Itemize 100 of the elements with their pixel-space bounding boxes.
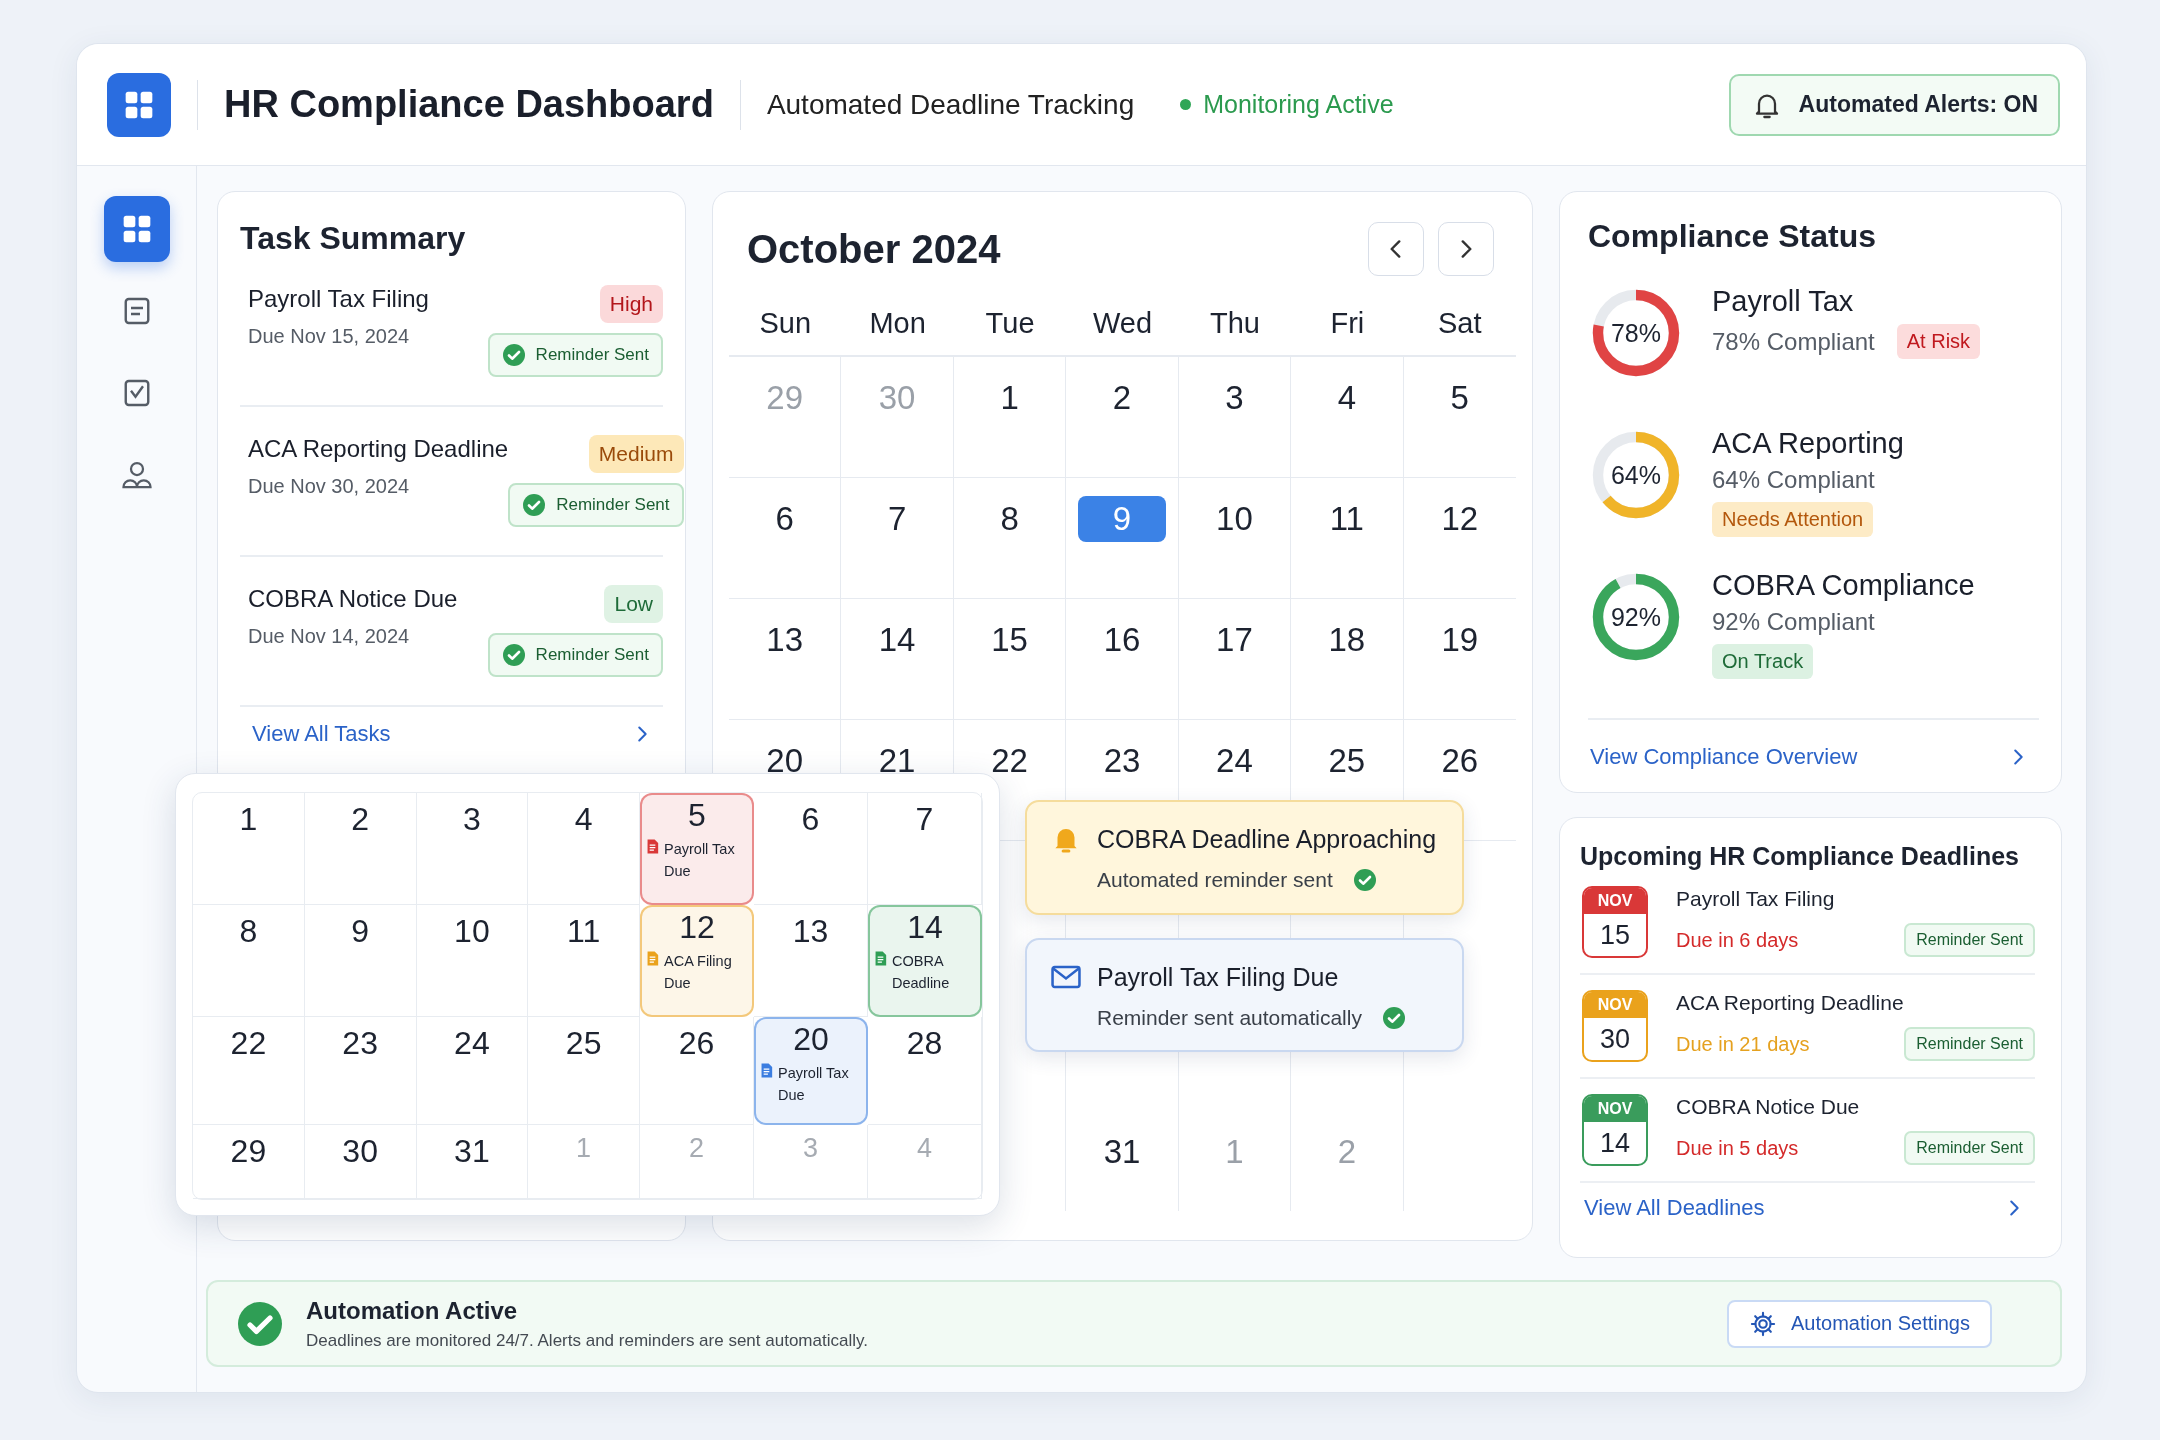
next-button[interactable] — [1438, 222, 1494, 276]
day-number[interactable]: 23 — [342, 1025, 378, 1062]
due-date: Due Nov 15, 2024 — [248, 325, 411, 348]
calendar-day[interactable]: 25 — [1318, 738, 1376, 784]
page-subtitle: Automated Deadline Tracking — [766, 88, 1135, 121]
priority-badge: High — [599, 285, 663, 323]
event-day[interactable]: 14 COBRA Deadline — [868, 905, 982, 1017]
weekday-label: Wed — [1092, 307, 1153, 340]
calendar-day[interactable]: 14 — [868, 617, 926, 663]
day-number[interactable]: 29 — [230, 1133, 267, 1170]
day-number[interactable]: 26 — [678, 1025, 715, 1062]
calendar-day[interactable]: 16 — [1093, 617, 1151, 663]
weekday-label: Sun — [759, 307, 811, 340]
event-label: Payroll Tax Due — [778, 1064, 850, 1105]
calendar-day[interactable]: 26 — [1431, 738, 1489, 784]
day-number[interactable]: 6 — [801, 801, 820, 838]
priority-badge: Low — [604, 585, 663, 623]
date-badge: NOV 14 — [1582, 1094, 1648, 1166]
logo[interactable] — [107, 72, 171, 137]
reminder-badge: Reminder Sent — [487, 633, 663, 677]
event-label: Payroll Tax Due — [664, 840, 736, 881]
day-number[interactable]: 3 — [462, 801, 481, 838]
view-all-link[interactable]: View All Deadlines — [1584, 1195, 1765, 1221]
weekday-label: Fri — [1330, 307, 1365, 340]
view-overview-link[interactable]: View Compliance Overview — [1590, 744, 1858, 770]
calendar-day[interactable]: 22 — [981, 738, 1038, 784]
status-dot — [1180, 99, 1192, 110]
calendar-day[interactable]: 18 — [1318, 617, 1376, 663]
priority-badge: Medium — [588, 435, 684, 473]
check-icon — [1352, 868, 1377, 892]
calendar-day[interactable]: 24 — [1206, 738, 1263, 784]
event-label: ACA Filing Due — [664, 952, 733, 993]
calendar-day[interactable]: 2 — [1102, 375, 1142, 421]
compliance-name: Payroll Tax — [1712, 285, 1855, 318]
calendar-day[interactable]: 11 — [1319, 496, 1374, 542]
day-number[interactable]: 28 — [906, 1025, 943, 1062]
day-number[interactable]: 13 — [792, 913, 829, 950]
day-number: 12 — [679, 909, 715, 946]
calendar-day[interactable]: 4 — [1327, 375, 1367, 421]
previous-button[interactable] — [1368, 222, 1424, 276]
compliance-detail: 78% Compliant — [1712, 327, 1875, 356]
calendar-day[interactable]: 3 — [1215, 375, 1254, 421]
calendar-day[interactable]: 13 — [756, 617, 814, 663]
event-label: COBRA Deadline — [892, 952, 951, 993]
day-number[interactable]: 31 — [454, 1133, 490, 1170]
compliance-name: ACA Reporting — [1712, 427, 1905, 460]
notification-text: Reminder sent automatically — [1097, 1006, 1362, 1030]
day-number[interactable]: 24 — [454, 1025, 490, 1062]
day-number[interactable]: 7 — [915, 801, 934, 838]
calendar-day[interactable]: 5 — [1440, 375, 1479, 421]
check-circle-icon — [236, 1299, 284, 1348]
day-number[interactable]: 9 — [351, 913, 369, 950]
card-title: Compliance Status — [1588, 218, 1878, 255]
compliance-name: COBRA Compliance — [1712, 569, 1976, 602]
due-text: Due in 21 days — [1676, 1032, 1810, 1056]
calendar-day[interactable]: 9 — [1078, 496, 1166, 542]
deadline-name: COBRA Notice Due — [1676, 1095, 1861, 1119]
banner-title: Automation Active — [306, 1296, 519, 1325]
banner-text: Deadlines are monitored 24/7. Alerts and reminders are sent automatically. — [306, 1330, 868, 1351]
day-number[interactable]: 10 — [454, 913, 490, 950]
alerts-button[interactable]: Automated Alerts: ON — [1728, 73, 2060, 136]
notification-title: Payroll Tax Filing Due — [1097, 962, 1339, 992]
weekday-label: Thu — [1209, 307, 1260, 340]
reminder-badge: Reminder Sent — [487, 333, 663, 377]
calendar-day[interactable]: 10 — [1206, 496, 1263, 542]
day-number[interactable]: 30 — [342, 1133, 378, 1170]
calendar-day[interactable]: 15 — [981, 617, 1038, 663]
calendar-day[interactable]: 17 — [1206, 617, 1263, 663]
check-icon — [501, 643, 526, 667]
view-all-link[interactable]: View All Tasks — [252, 721, 391, 747]
day-number[interactable]: 2 — [351, 801, 369, 838]
compliance-detail: 92% Compliant — [1712, 608, 1875, 636]
calendar-day[interactable]: 6 — [765, 496, 804, 542]
day-number[interactable]: 11 — [567, 913, 601, 950]
day-number[interactable]: 22 — [230, 1025, 267, 1062]
reminder-badge: Reminder Sent — [1904, 1027, 2035, 1061]
calendar-day[interactable]: 1 — [990, 375, 1029, 421]
day-number[interactable]: 8 — [239, 913, 258, 950]
status-badge: At Risk — [1896, 324, 1981, 359]
task-name: Payroll Tax Filing — [248, 285, 429, 313]
percent-label: 64% — [1610, 460, 1661, 490]
calendar-day[interactable]: 31 — [1093, 1129, 1151, 1175]
date-badge: NOV 30 — [1582, 990, 1648, 1062]
calendar-day[interactable]: 7 — [877, 496, 917, 542]
sidebar-item[interactable] — [103, 196, 170, 262]
event-day[interactable]: 12 ACA Filing Due — [640, 905, 754, 1017]
settings-button[interactable]: Automation Settings — [1727, 1299, 1992, 1348]
month-title: October 2024 — [747, 226, 1001, 272]
day-number[interactable]: 4 — [574, 801, 593, 838]
calendar-day[interactable]: 12 — [1431, 496, 1489, 542]
day-number[interactable]: 1 — [239, 801, 258, 838]
app-title: HR Compliance Dashboard — [224, 83, 714, 126]
event-day[interactable]: 20 Payroll Tax Due — [754, 1017, 868, 1125]
task-name: COBRA Notice Due — [248, 585, 458, 613]
event-day[interactable]: 5 Payroll Tax Due — [640, 793, 754, 905]
calendar-day[interactable]: 19 — [1431, 617, 1489, 663]
due-date: Due Nov 30, 2024 — [248, 475, 411, 498]
calendar-day[interactable]: 8 — [990, 496, 1029, 542]
day-number[interactable]: 25 — [565, 1025, 602, 1062]
calendar-day[interactable]: 23 — [1093, 738, 1151, 784]
